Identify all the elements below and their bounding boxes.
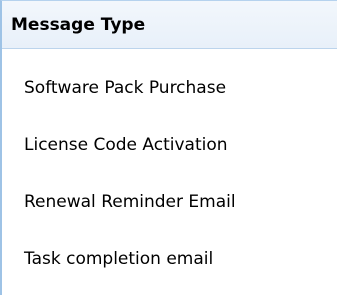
list-item-software-pack-purchase[interactable]: Software Pack Purchase — [2, 62, 337, 116]
message-type-list: Message Type Software Pack Purchase Lice… — [0, 0, 337, 295]
column-header-message-type[interactable]: Message Type — [2, 1, 337, 49]
list-item-label: Software Pack Purchase — [24, 78, 227, 98]
list-item-task-completion-email[interactable]: Task completion email — [2, 233, 337, 287]
list-item-label: Renewal Reminder Email — [24, 192, 236, 212]
list-item-label: License Code Activation — [24, 135, 228, 155]
list-item-label: Task completion email — [24, 249, 214, 269]
column-header-label: Message Type — [11, 15, 146, 35]
list-item-license-code-activation[interactable]: License Code Activation — [2, 119, 337, 173]
list-item-renewal-reminder-email[interactable]: Renewal Reminder Email — [2, 176, 337, 230]
